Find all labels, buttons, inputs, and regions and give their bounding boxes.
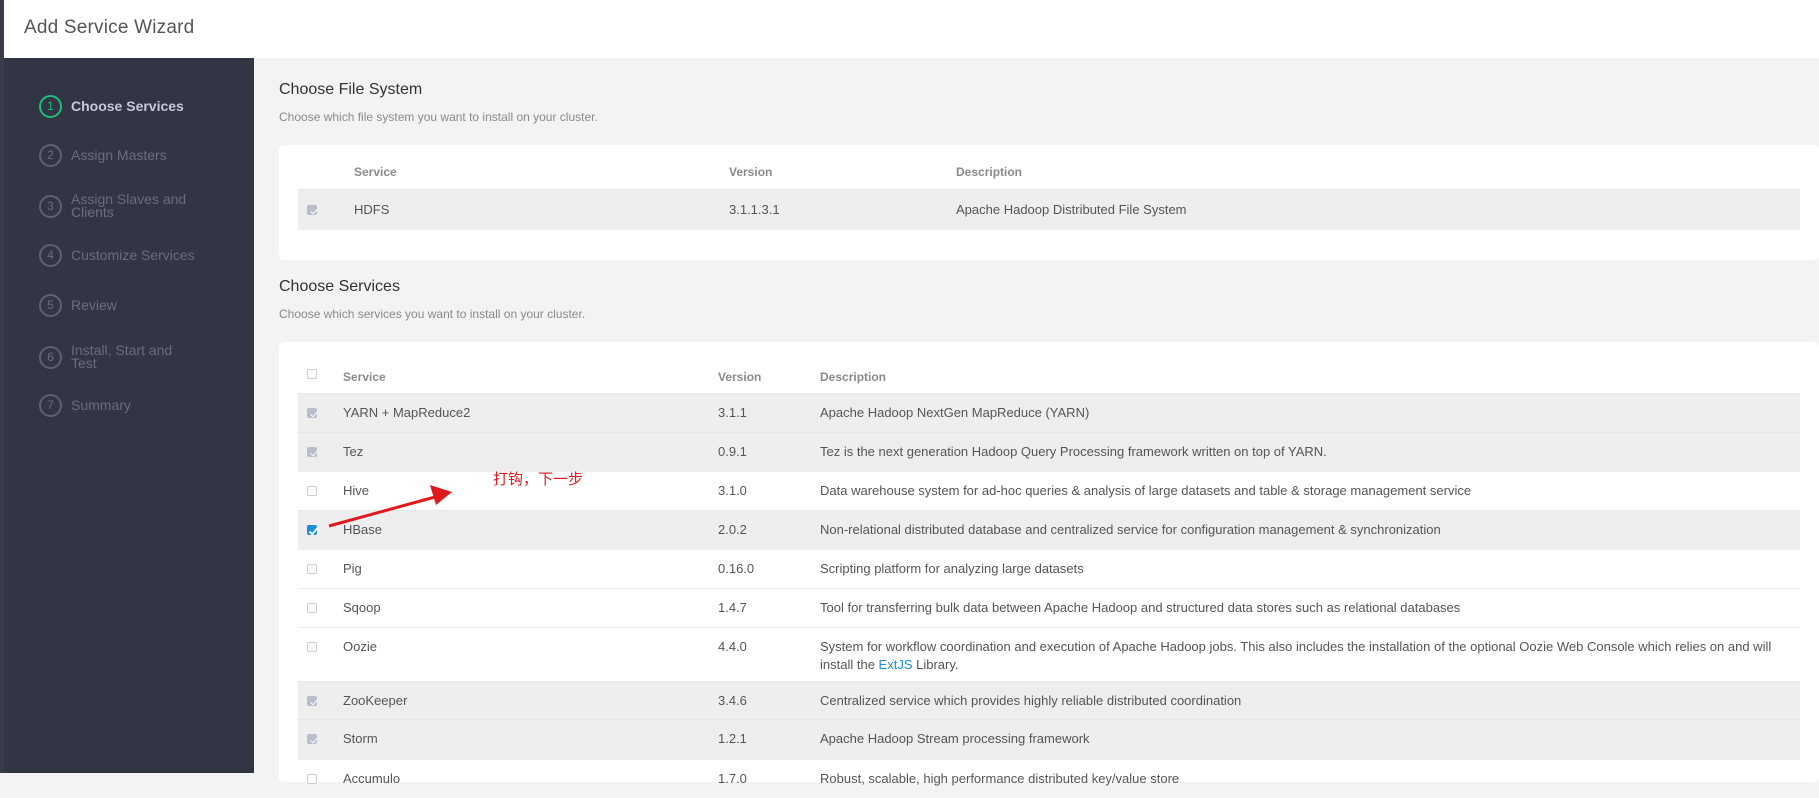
- wizard-title: Add Service Wizard: [24, 17, 195, 38]
- step-number-circle: 2: [39, 144, 62, 167]
- services-title: Choose Services: [279, 278, 400, 295]
- service-description: System for workflow coordination and exe…: [820, 638, 1780, 674]
- service-version: 3.1.1.3.1: [729, 202, 780, 217]
- extjs-link[interactable]: ExtJS: [879, 657, 913, 672]
- column-header-description: Description: [820, 370, 887, 384]
- column-header-version: Version: [729, 165, 773, 179]
- step-label: Review: [71, 297, 117, 313]
- service-description: Apache Hadoop NextGen MapReduce (YARN): [820, 405, 1090, 420]
- service-name: HDFS: [354, 202, 390, 217]
- service-name: Oozie: [343, 639, 377, 654]
- step-number-circle: 6: [39, 345, 62, 369]
- column-header-service: Service: [354, 165, 397, 179]
- service-name: Sqoop: [343, 600, 381, 615]
- step-customize-services[interactable]: 4 Customize Services: [39, 244, 201, 267]
- service-checkbox[interactable]: [307, 696, 317, 706]
- step-number-circle: 3: [39, 194, 62, 218]
- service-version: 0.9.1: [718, 444, 747, 459]
- step-label: Install, Start and Test: [71, 342, 173, 371]
- service-description: Tool for transferring bulk data between …: [820, 600, 1461, 615]
- column-header-service: Service: [343, 370, 386, 384]
- service-description: Centralized service which provides highl…: [820, 693, 1242, 708]
- select-all-checkbox[interactable]: [307, 369, 317, 379]
- step-review[interactable]: 5 Review: [39, 294, 201, 317]
- table-row-storm[interactable]: Storm 1.2.1 Apache Hadoop Stream process…: [298, 719, 1800, 759]
- service-description: Scripting platform for analyzing large d…: [820, 561, 1084, 576]
- service-checkbox[interactable]: [307, 205, 317, 215]
- description-text: System for workflow coordination and exe…: [820, 639, 1772, 672]
- table-row-pig[interactable]: Pig 0.16.0 Scripting platform for analyz…: [298, 549, 1800, 588]
- step-number-circle: 4: [39, 244, 62, 267]
- step-number-circle: 7: [39, 394, 62, 417]
- file-system-title: Choose File System: [279, 81, 423, 98]
- step-install-start-test[interactable]: 6 Install, Start and Test: [39, 342, 201, 371]
- wizard-steps-sidebar: 1 Choose Services 2 Assign Masters 3 Ass…: [4, 58, 254, 773]
- service-version: 3.4.6: [718, 693, 747, 708]
- service-checkbox[interactable]: [307, 447, 317, 457]
- service-checkbox[interactable]: [307, 774, 317, 784]
- table-row-hdfs[interactable]: HDFS 3.1.1.3.1 Apache Hadoop Distributed…: [298, 189, 1800, 230]
- service-checkbox[interactable]: [307, 603, 317, 613]
- service-description: Tez is the next generation Hadoop Query …: [820, 444, 1327, 459]
- step-label: Summary: [71, 397, 131, 413]
- description-text: Library.: [912, 657, 959, 672]
- file-system-card: Service Version Description HDFS 3.1.1.3…: [279, 145, 1819, 260]
- service-name: YARN + MapReduce2: [343, 405, 471, 420]
- services-card: Service Version Description YARN + MapRe…: [279, 342, 1819, 786]
- service-checkbox[interactable]: [307, 642, 317, 652]
- service-description: Apache Hadoop Distributed File System: [956, 202, 1187, 217]
- services-subtitle: Choose which services you want to instal…: [279, 307, 586, 321]
- service-checkbox[interactable]: [307, 734, 317, 744]
- service-version: 0.16.0: [718, 561, 755, 576]
- step-label: Assign Slaves and Clients: [71, 191, 187, 220]
- service-description: Data warehouse system for ad-hoc queries…: [820, 483, 1472, 498]
- file-system-subtitle: Choose which file system you want to ins…: [279, 110, 598, 124]
- table-row-hbase[interactable]: HBase 2.0.2 Non-relational distributed d…: [298, 510, 1800, 549]
- service-version: 3.1.0: [718, 483, 747, 498]
- service-version: 1.7.0: [718, 771, 747, 786]
- step-label: Choose Services: [71, 98, 184, 114]
- table-row-tez[interactable]: Tez 0.9.1 Tez is the next generation Had…: [298, 432, 1800, 471]
- table-row-yarn[interactable]: YARN + MapReduce2 3.1.1 Apache Hadoop Ne…: [298, 393, 1800, 432]
- service-description: Apache Hadoop Stream processing framewor…: [820, 731, 1090, 746]
- service-version: 3.1.1: [718, 405, 747, 420]
- wizard-header: Add Service Wizard: [4, 0, 1819, 58]
- service-version: 4.4.0: [718, 639, 747, 654]
- table-row-sqoop[interactable]: Sqoop 1.4.7 Tool for transferring bulk d…: [298, 588, 1800, 627]
- service-checkbox[interactable]: [307, 564, 317, 574]
- step-label: Customize Services: [71, 247, 195, 263]
- step-summary[interactable]: 7 Summary: [39, 394, 201, 417]
- service-checkbox[interactable]: [307, 408, 317, 418]
- step-number-circle: 5: [39, 294, 62, 317]
- service-name: HBase: [343, 522, 383, 537]
- service-version: 1.2.1: [718, 731, 747, 746]
- table-row-accumulo[interactable]: Accumulo 1.7.0 Robust, scalable, high pe…: [298, 759, 1800, 798]
- step-choose-services[interactable]: 1 Choose Services: [39, 95, 201, 118]
- service-description: Non-relational distributed database and …: [820, 522, 1441, 537]
- service-name: Pig: [343, 561, 362, 576]
- step-number-circle: 1: [39, 95, 62, 118]
- service-version: 1.4.7: [718, 600, 747, 615]
- service-name: Tez: [343, 444, 364, 459]
- service-version: 2.0.2: [718, 522, 747, 537]
- annotation-text: 打钩，下一步: [493, 470, 584, 488]
- service-checkbox[interactable]: [307, 486, 317, 496]
- column-header-description: Description: [956, 165, 1023, 179]
- service-name: Hive: [343, 483, 370, 498]
- table-row-zookeeper[interactable]: ZooKeeper 3.4.6 Centralized service whic…: [298, 681, 1800, 720]
- service-name: Storm: [343, 731, 378, 746]
- service-name: Accumulo: [343, 771, 401, 786]
- column-header-version: Version: [718, 370, 762, 384]
- step-label: Assign Masters: [71, 147, 167, 163]
- table-row-oozie[interactable]: Oozie 4.4.0 System for workflow coordina…: [298, 627, 1800, 681]
- service-name: ZooKeeper: [343, 693, 408, 708]
- step-assign-masters[interactable]: 2 Assign Masters: [39, 144, 201, 167]
- service-checkbox[interactable]: [307, 525, 317, 535]
- step-assign-slaves-and-clients[interactable]: 3 Assign Slaves and Clients: [39, 191, 201, 220]
- main-content: Choose File System Choose which file sys…: [254, 58, 1819, 786]
